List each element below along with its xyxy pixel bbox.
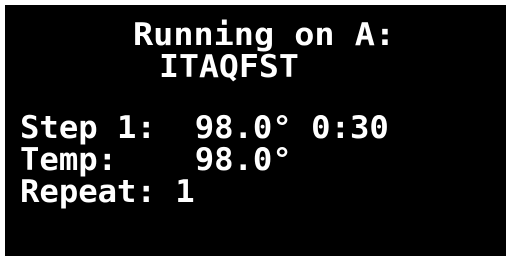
- step-row: Step 1: 98.0° 0:30: [20, 113, 389, 144]
- temp-label: Temp:: [20, 142, 118, 178]
- step-label: Step 1:: [20, 110, 156, 146]
- temp-row: Temp: 98.0°: [20, 145, 292, 176]
- temp-value: 98.0°: [194, 142, 292, 178]
- step-temperature: 98.0°: [194, 110, 292, 146]
- repeat-row: Repeat: 1: [20, 177, 195, 208]
- lcd-display: Running on A: ITAQFST Step 1: 98.0° 0:30…: [5, 5, 506, 256]
- run-name: ITAQFST: [159, 49, 299, 85]
- status-line: Running on A:: [133, 17, 396, 53]
- repeat-label: Repeat:: [20, 174, 156, 210]
- repeat-value: 1: [175, 174, 195, 210]
- step-time: 0:30: [311, 110, 389, 146]
